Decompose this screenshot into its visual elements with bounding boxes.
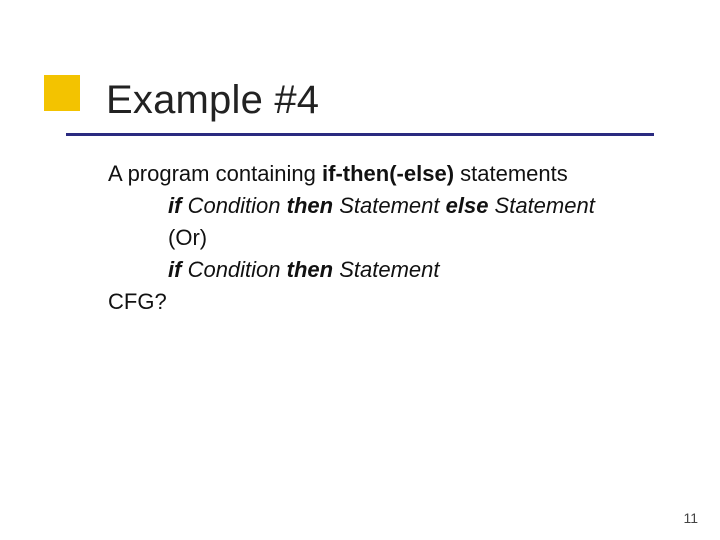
body-text: A program containing if-then(-else) stat… [108,158,648,317]
kw-if-2: if [168,257,181,282]
title-underline [66,133,654,136]
kw-else: else [446,193,489,218]
stmt-2: Statement [333,257,439,282]
intro-line: A program containing if-then(-else) stat… [108,158,648,190]
if-then-else-line: if Condition then Statement else Stateme… [108,190,648,222]
slide: Example #4 A program containing if-then(… [0,0,720,540]
intro-prefix: A program containing [108,161,322,186]
stmt-1a: Statement [333,193,446,218]
or-text: (Or) [168,225,207,250]
cond-2: Condition [181,257,286,282]
intro-bold: if-then(-else) [322,161,454,186]
cfg-line: CFG? [108,286,648,318]
if-then-line: if Condition then Statement [108,254,648,286]
kw-then-1: then [287,193,333,218]
kw-if-1: if [168,193,181,218]
cond-1: Condition [181,193,286,218]
kw-then-2: then [287,257,333,282]
decorative-square [44,75,80,111]
intro-suffix: statements [454,161,568,186]
or-line: (Or) [108,222,648,254]
slide-title: Example #4 [106,78,319,123]
stmt-1b: Statement [488,193,594,218]
page-number: 11 [683,510,698,526]
